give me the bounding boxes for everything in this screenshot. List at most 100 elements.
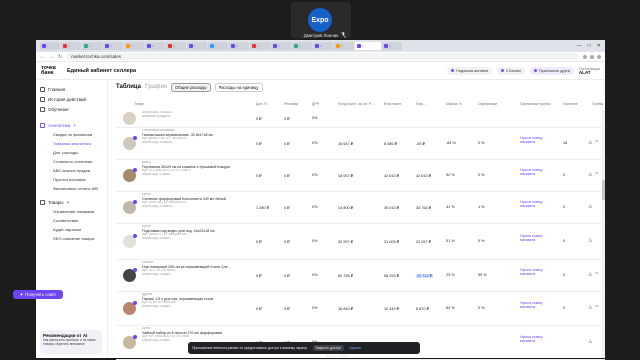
warning-icon[interactable]: ⚠ xyxy=(588,140,592,146)
back-icon[interactable]: ← xyxy=(40,54,45,60)
marketplace-badge-icon xyxy=(133,234,137,238)
sidebar-item-learning[interactable]: Обучение xyxy=(40,104,107,114)
warning-icon[interactable]: ⚠ xyxy=(588,305,592,311)
sidebar-item-card-audit[interactable]: Аудит карточки xyxy=(40,225,107,234)
browser-tab[interactable]: × xyxy=(145,42,165,50)
browser-tab-active[interactable]: × xyxy=(355,42,381,50)
browser-tab[interactable]: × xyxy=(271,42,291,50)
unit-costs-toggle[interactable]: Расходы на единицу xyxy=(214,82,263,92)
sidebar-item-supply-forecast[interactable]: Прогноз поставок xyxy=(40,175,107,184)
recommendation-link[interactable]: Нужна ставку магазина xyxy=(520,136,554,144)
warning-icon[interactable]: ⚠ xyxy=(588,339,592,345)
sidebar-item-history[interactable]: История действий xyxy=(40,94,107,104)
scrollbar-track[interactable] xyxy=(602,110,605,358)
browser-tab[interactable]: × xyxy=(334,42,354,50)
browser-tab[interactable]: × xyxy=(103,42,123,50)
profile-icon[interactable] xyxy=(597,54,601,59)
sidebar-item-goods-management[interactable]: Управление товарами xyxy=(40,207,107,216)
browser-tab[interactable]: × xyxy=(187,42,207,50)
extension-icon[interactable] xyxy=(590,54,594,59)
column-header[interactable]: ДРР xyxy=(312,102,319,106)
tab-table[interactable]: Таблица xyxy=(116,84,141,90)
browser-tab[interactable]: × xyxy=(124,42,144,50)
recommendation-link[interactable]: Нужна ставку магазина xyxy=(520,268,554,276)
product-image[interactable] xyxy=(123,112,136,125)
browser-tab[interactable]: × xyxy=(166,42,186,50)
sidebar-group-analytics[interactable]: Аналитика ˄ xyxy=(40,120,107,130)
minimize-icon[interactable]: — xyxy=(577,43,582,49)
extension-icon[interactable] xyxy=(583,54,587,59)
tab-graph[interactable]: График xyxy=(145,84,167,90)
recommendation-link[interactable]: Нужна ставку магазина xyxy=(520,301,554,309)
column-header[interactable]: Товар xyxy=(134,102,144,106)
sidebar-item-abc-analysis[interactable]: ABC анализ продаж xyxy=(40,166,107,175)
sidebar-item-home[interactable]: Главная xyxy=(40,84,107,94)
browser-tab[interactable]: × xyxy=(229,42,249,50)
recommendation-link[interactable]: Нужна ставку магазина xyxy=(520,168,554,176)
all-costs-toggle[interactable]: Общие расходы xyxy=(171,82,211,92)
browser-tab[interactable]: × xyxy=(82,42,102,50)
table-row[interactable]: Пиалки Нож поварской 20Б см из нержавеюще… xyxy=(116,260,605,292)
forward-icon[interactable]: → xyxy=(49,54,54,60)
maximize-icon[interactable]: □ xyxy=(588,43,591,49)
url-input[interactable]: market.tochka.com/sales xyxy=(66,53,579,60)
browser-tab[interactable]: × xyxy=(292,42,312,50)
subscription-button[interactable]: Подписка активна xyxy=(447,66,492,75)
sidebar-item-matching[interactable]: Соответствие xyxy=(40,216,107,225)
recommendation-link[interactable]: Нужна ставку магазина xyxy=(520,335,554,343)
warning-icon[interactable]: ⚠ xyxy=(588,238,592,244)
column-header[interactable]: Реклама xyxy=(284,102,298,106)
cell-ads: 0 ₽ xyxy=(284,274,290,278)
column-header[interactable]: В выплате xyxy=(384,102,401,106)
warning-icon[interactable]: ⚠ xyxy=(588,204,592,210)
table-row[interactable]: Сантехника керамика Пиалы/чашки керамичес… xyxy=(116,128,605,160)
column-header[interactable]: Прибы xyxy=(592,102,603,106)
column-header[interactable]: Доп. Р... xyxy=(256,102,269,106)
stop-sharing-button[interactable]: Закрыть доступ xyxy=(312,345,345,351)
browser-tab[interactable]: × xyxy=(313,42,333,50)
sidebar-item-extra-costs[interactable]: Доп. расходы xyxy=(40,148,107,157)
table-row[interactable]: Штрих-код: 2014832... Внешние продукты 0 ₽… xyxy=(116,110,605,128)
marketplace-badge-icon xyxy=(133,200,137,204)
tochka-logo[interactable]: точка банк xyxy=(41,65,67,76)
column-header[interactable]: Окупаемые время xyxy=(520,102,551,106)
cell-payback: 0 % xyxy=(478,239,485,243)
browser-tab[interactable]: × xyxy=(61,42,81,50)
sidebar-item-logistics-cost[interactable]: Стоимость логистики xyxy=(40,157,107,166)
column-header[interactable]: Наличие xyxy=(563,102,578,106)
cell-margin: 22 057 ₽ xyxy=(416,240,432,244)
cell-margin-pct: 41 % xyxy=(446,205,455,209)
cell-drr: 0% xyxy=(312,273,318,277)
table-row[interactable]: Декор Портманиз 30х20 см на кожанке с про… xyxy=(116,160,605,192)
column-header[interactable]: Мар... xyxy=(416,102,426,106)
recommendation-link[interactable]: Нужна ставку магазина xyxy=(520,234,554,242)
table-row[interactable]: Кухня Подставка под видео для пьд, 44х22х… xyxy=(116,224,605,260)
column-header[interactable]: Окупаемые xyxy=(478,102,497,106)
table-row[interactable]: Кухня Салатник фарфоровый Колсонанта 340 … xyxy=(116,192,605,224)
close-window-icon[interactable]: ✕ xyxy=(597,43,601,49)
column-header[interactable]: Фонд выпл. за оп. Р... xyxy=(338,102,374,106)
sidebar-item-wb-reports[interactable]: Финансовые отчеты WB xyxy=(40,184,107,193)
sidebar-item-seo[interactable]: SEO описание товара xyxy=(40,234,107,243)
company-selector[interactable]: Организация ALAT xyxy=(579,67,600,75)
sidebar-item-finance-summary[interactable]: Сводка по финансам xyxy=(40,130,107,139)
warning-icon[interactable]: ⚠ xyxy=(588,172,592,178)
column-header[interactable]: Маржа % xyxy=(446,102,462,106)
browser-tab[interactable]: × xyxy=(250,42,270,50)
sidebar-item-product-analytics[interactable]: Товарная аналитика xyxy=(40,139,107,148)
recommendation-link[interactable]: Нужна ставку магазина xyxy=(520,200,554,208)
get-advice-button[interactable]: ✦ Получить совет xyxy=(13,290,63,299)
browser-tab[interactable]: × xyxy=(382,42,402,50)
hide-button[interactable]: Скрыть xyxy=(349,346,361,350)
cell-extra: 0 ₽ xyxy=(256,142,262,146)
browser-tab[interactable]: × xyxy=(208,42,228,50)
warning-icon[interactable]: ⚠ xyxy=(588,272,592,278)
browser-tab[interactable]: × xyxy=(40,42,60,50)
table-row[interactable]: Другое Парасс 1,5 л для чая, нержавеющая … xyxy=(116,292,605,326)
invite-button[interactable]: Пригласить друга xyxy=(529,66,574,75)
balance-button[interactable]: 0 Баллы xyxy=(496,66,525,75)
participant-tile[interactable]: Expo Дмитрий Линник xyxy=(291,2,351,38)
scrollbar-thumb[interactable] xyxy=(602,180,605,200)
sidebar-group-goods[interactable]: Товары ˄ xyxy=(40,197,107,207)
reload-icon[interactable]: ↻ xyxy=(58,54,62,60)
